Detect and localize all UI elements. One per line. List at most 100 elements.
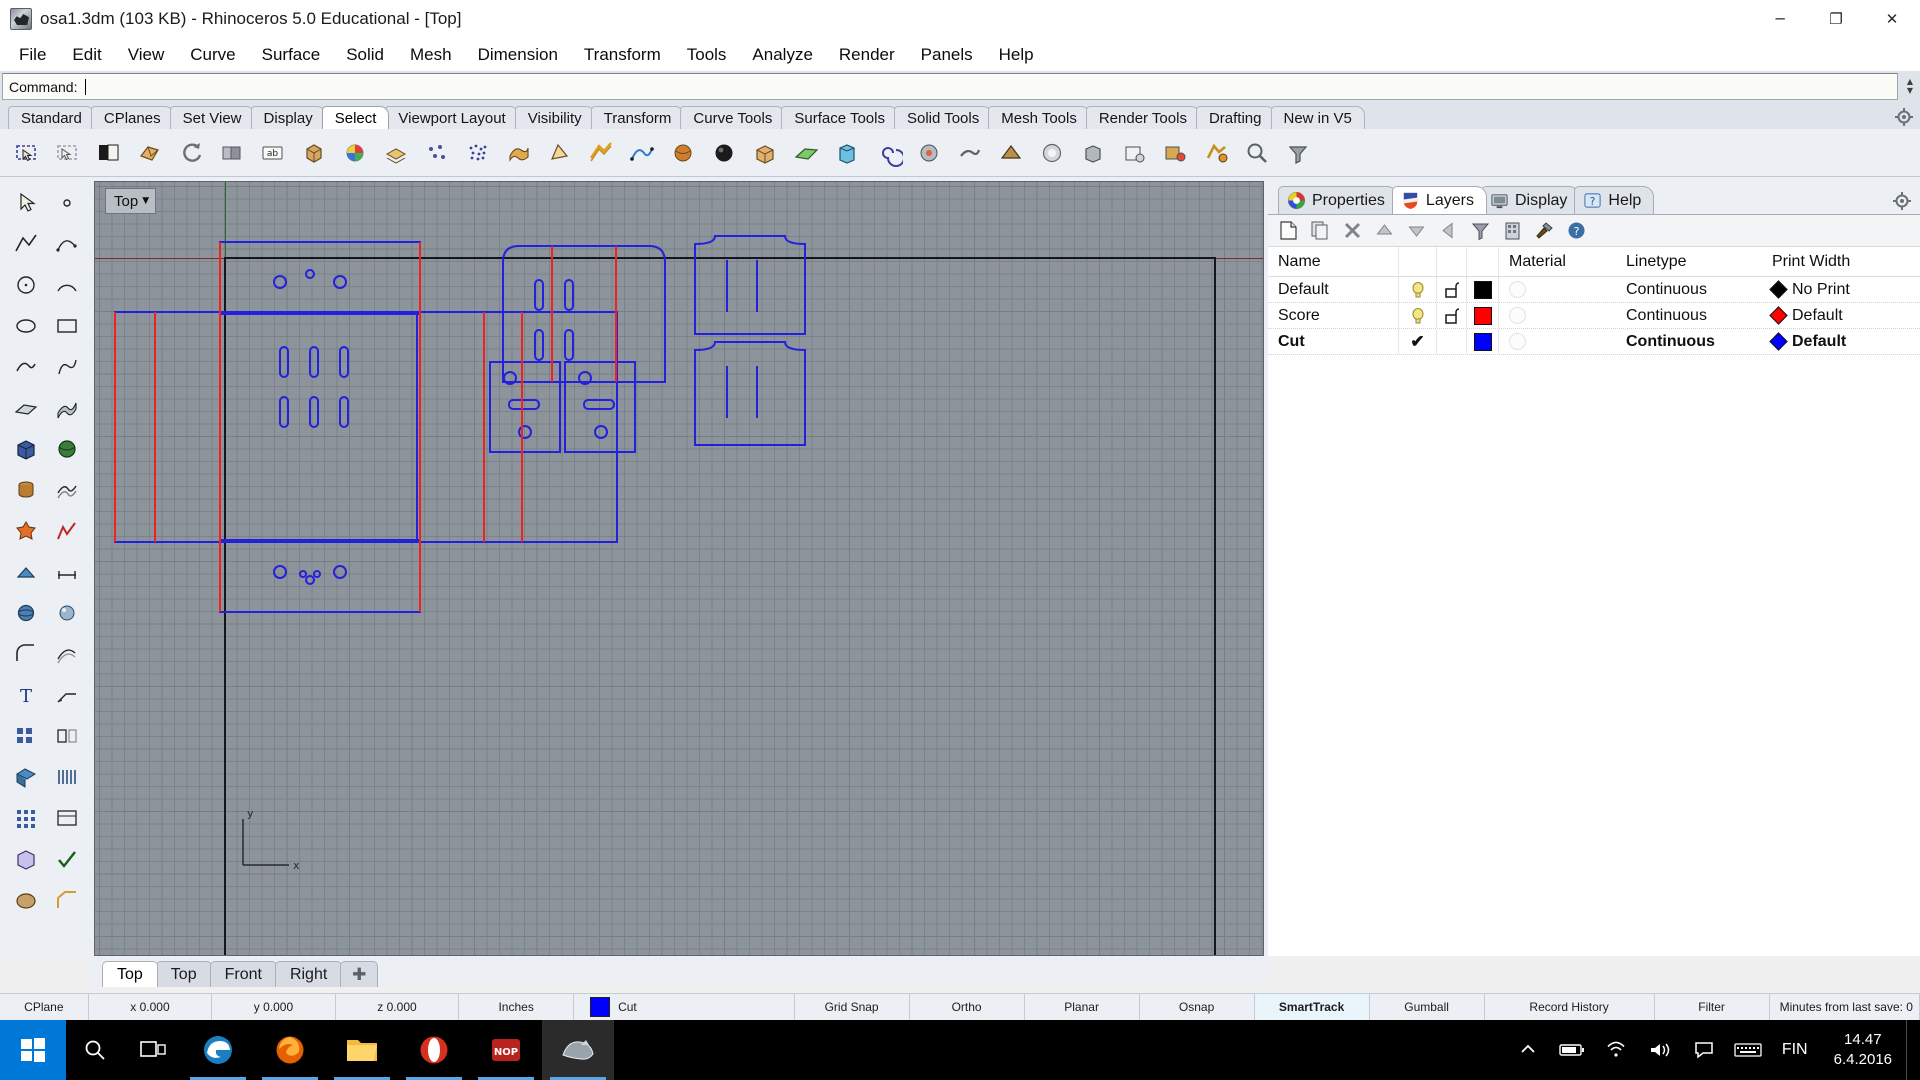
point-icon[interactable] [46,182,87,223]
select-blocks-icon[interactable] [908,133,949,173]
status-units[interactable]: Inches [459,994,575,1020]
select-last-icon[interactable] [129,133,170,173]
layer-linetype[interactable]: Continuous [1620,307,1768,325]
maximize-button[interactable]: ❐ [1808,0,1864,38]
menu-item-analyze[interactable]: Analyze [739,41,825,69]
menu-item-file[interactable]: File [6,41,59,69]
move-up-icon[interactable] [1370,217,1398,245]
solid-tools-icon[interactable] [46,469,87,510]
menu-item-render[interactable]: Render [826,41,908,69]
toolbar-tab-cplanes[interactable]: CPlanes [90,106,174,129]
toolbar-tab-standard[interactable]: Standard [8,106,95,129]
rectangle-icon[interactable] [46,305,87,346]
toolbar-options-gear-icon[interactable] [1894,107,1914,127]
layers-help-icon[interactable]: ? [1562,217,1590,245]
toolbar-tab-mesh-tools[interactable]: Mesh Tools [988,106,1090,129]
tab-display[interactable]: Display [1480,186,1581,214]
command-scroll-arrows[interactable]: ▲ ▼ [1900,71,1920,102]
status-toggle-grid-snap[interactable]: Grid Snap [795,994,910,1020]
select-spheres-icon[interactable] [703,133,744,173]
select-clipping-icon[interactable] [990,133,1031,173]
new-layer-icon[interactable] [1274,217,1302,245]
toolbar-tab-curve-tools[interactable]: Curve Tools [680,106,786,129]
close-button[interactable]: ✕ [1864,0,1920,38]
language-indicator[interactable]: FIN [1770,1041,1820,1059]
status-toggle-filter[interactable]: Filter [1655,994,1770,1020]
status-toggle-gumball[interactable]: Gumball [1370,994,1485,1020]
toolbar-tab-new-in-v5[interactable]: New in V5 [1270,106,1365,129]
select-meshes-icon[interactable] [662,133,703,173]
start-button[interactable] [0,1020,66,1080]
move-left-icon[interactable] [1434,217,1462,245]
move-down-icon[interactable] [1402,217,1430,245]
copy-layer-icon[interactable] [1306,217,1334,245]
select-hatches-icon[interactable] [1113,133,1154,173]
array-icon[interactable] [5,715,46,756]
menu-item-surface[interactable]: Surface [249,41,334,69]
toolbar-tab-display[interactable]: Display [250,106,326,129]
chevron-down-icon[interactable]: ▼ [142,196,149,206]
menu-item-panels[interactable]: Panels [908,41,986,69]
command-input[interactable]: Command: [2,73,1898,100]
layer-lock-toggle[interactable] [1436,303,1466,328]
tab-help[interactable]: ? Help [1574,186,1655,214]
layer-row[interactable]: Cut ✔ Continuous Default [1268,329,1920,355]
viewport-tab-right-3[interactable]: Right [274,961,343,987]
network-icon[interactable] [1594,1020,1638,1080]
analyze-icon[interactable] [46,510,87,551]
keyboard-icon[interactable] [1726,1020,1770,1080]
add-viewport-tab-button[interactable]: ✚ [340,961,379,987]
extrude-solid-icon[interactable] [5,756,46,797]
zoom-selected-icon[interactable] [1236,133,1277,173]
surface-loft-icon[interactable] [46,387,87,428]
render-icon[interactable] [5,592,46,633]
layer-name[interactable]: Score [1268,307,1398,325]
layer-color-swatch[interactable] [1466,277,1498,302]
panel-options-gear-icon[interactable] [1892,191,1912,211]
status-current-layer[interactable]: Cut [574,994,795,1020]
toolbar-tab-select[interactable]: Select [321,106,390,129]
check-icon[interactable] [46,838,87,879]
action-center-icon[interactable] [1682,1020,1726,1080]
shell-icon[interactable] [5,879,46,920]
select-point-cloud-icon[interactable] [457,133,498,173]
top-viewport[interactable]: Top ▼ y x [94,181,1264,956]
contour-icon[interactable] [46,756,87,797]
select-lines-icon[interactable] [580,133,621,173]
layer-linetype[interactable]: Continuous [1620,281,1768,299]
selection-filter-icon[interactable] [1277,133,1318,173]
status-cplane[interactable]: CPlane [0,994,89,1020]
select-curves-icon[interactable] [539,133,580,173]
menu-item-view[interactable]: View [115,41,178,69]
tools-hammer-icon[interactable] [1530,217,1558,245]
layer-row[interactable]: Score Continuous Default [1268,303,1920,329]
layer-color-swatch[interactable] [1466,329,1498,354]
clock[interactable]: 14.47 6.4.2016 [1820,1020,1906,1080]
select-layer-icon[interactable] [375,133,416,173]
filter-icon[interactable] [1466,217,1494,245]
layer-name[interactable]: Cut [1268,333,1398,351]
file-explorer-icon[interactable] [326,1020,398,1080]
layer-material[interactable] [1498,303,1620,328]
polyline-icon[interactable] [5,223,46,264]
select-crossing-icon[interactable] [1195,133,1236,173]
fillet-curve-icon[interactable] [5,633,46,674]
search-icon[interactable] [66,1020,124,1080]
minimize-button[interactable]: ─ [1752,0,1808,38]
edge-icon[interactable] [182,1020,254,1080]
menu-item-solid[interactable]: Solid [333,41,397,69]
show-desktop-button[interactable] [1906,1020,1916,1080]
layer-linetype[interactable]: Continuous [1620,333,1768,351]
layer-name[interactable]: Default [1268,281,1398,299]
render-settings-icon[interactable] [46,592,87,633]
leader-icon[interactable] [46,674,87,715]
chamfer-icon[interactable] [46,879,87,920]
transform-icon[interactable] [5,551,46,592]
select-group-icon[interactable] [211,133,252,173]
dimension-icon[interactable] [46,551,87,592]
status-toggle-ortho[interactable]: Ortho [910,994,1025,1020]
arc-icon[interactable] [46,264,87,305]
tab-layers[interactable]: Layers [1391,186,1487,214]
toolbar-tab-set-view[interactable]: Set View [169,106,255,129]
layer-print-width[interactable]: Default [1768,306,1892,325]
